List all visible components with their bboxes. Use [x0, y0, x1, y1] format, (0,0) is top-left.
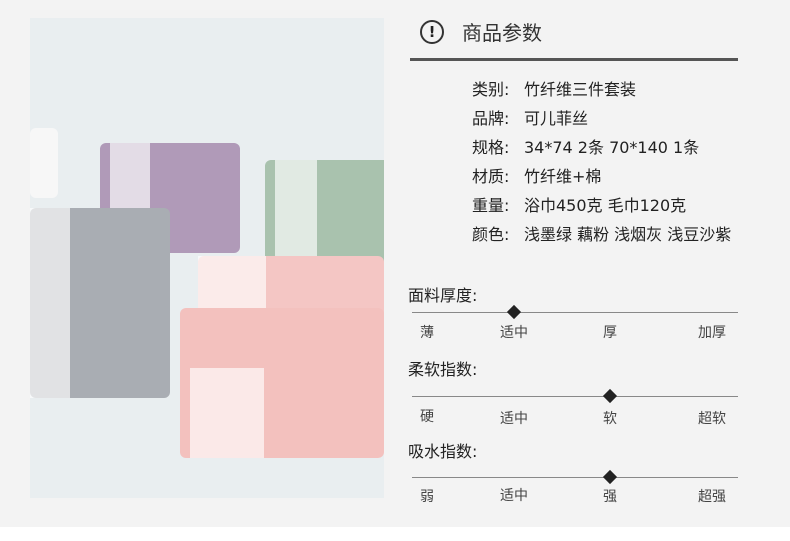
scale-tick: 超强 [698, 489, 726, 505]
spec-row-size: 规格: 34*74 2条 70*140 1条 [472, 138, 772, 158]
spec-row-brand: 品牌: 可儿菲丝 [472, 109, 772, 129]
info-icon: ! [420, 20, 444, 44]
spec-label: 颜色: [472, 225, 510, 244]
spec-label: 品牌: [472, 109, 510, 128]
scale-tick: 硬 [420, 409, 434, 425]
thickness-scale-line [412, 312, 738, 313]
thickness-scale-marker [506, 304, 522, 320]
softness-scale-marker [602, 388, 618, 404]
towel-pink-large-band [190, 368, 264, 458]
absorbency-scale-line [412, 477, 738, 478]
scale-tick: 弱 [420, 489, 434, 505]
scale-tick: 强 [603, 489, 617, 505]
title-divider [410, 58, 738, 61]
spec-label: 重量: [472, 196, 510, 215]
spec-row-color: 颜色: 浅墨绿 藕粉 浅烟灰 浅豆沙紫 [472, 225, 772, 245]
spec-value: 34*74 2条 70*140 1条 [524, 138, 700, 157]
spec-value: 可儿菲丝 [524, 109, 589, 128]
spec-label: 类别: [472, 80, 510, 99]
scale-tick: 适中 [500, 488, 528, 504]
spec-value: 浅墨绿 藕粉 浅烟灰 浅豆沙紫 [524, 225, 732, 244]
spec-value: 竹纤维+棉 [524, 167, 602, 186]
scale-tick: 软 [603, 411, 617, 427]
scale-tick: 加厚 [698, 325, 726, 341]
scale-tick: 适中 [500, 411, 528, 427]
thickness-scale-title: 面料厚度: [408, 286, 478, 305]
spec-panel: ! 商品参数 类别: 竹纤维三件套装 品牌: 可儿菲丝 规格: 34*74 2条 70… [406, 0, 790, 527]
scale-tick: 厚 [603, 325, 617, 341]
absorbency-scale-title: 吸水指数: [408, 442, 478, 461]
scale-tick: 薄 [420, 325, 434, 341]
spec-row-material: 材质: 竹纤维+棉 [472, 167, 772, 187]
spec-value: 竹纤维三件套装 [524, 80, 637, 99]
spec-row-category: 类别: 竹纤维三件套装 [472, 80, 772, 100]
section-title: 商品参数 [462, 21, 542, 45]
spec-row-weight: 重量: 浴巾450克 毛巾120克 [472, 196, 772, 216]
scale-tick: 超软 [698, 411, 726, 427]
spec-label: 规格: [472, 138, 510, 157]
towel-gray-band [30, 208, 70, 398]
spec-value: 浴巾450克 毛巾120克 [524, 196, 687, 215]
softness-scale-title: 柔软指数: [408, 360, 478, 379]
absorbency-scale-marker [602, 469, 618, 485]
product-photo [30, 18, 384, 498]
dispenser-bottle [30, 128, 58, 198]
softness-scale-line [412, 396, 738, 397]
scale-tick: 适中 [500, 325, 528, 341]
spec-label: 材质: [472, 167, 510, 186]
